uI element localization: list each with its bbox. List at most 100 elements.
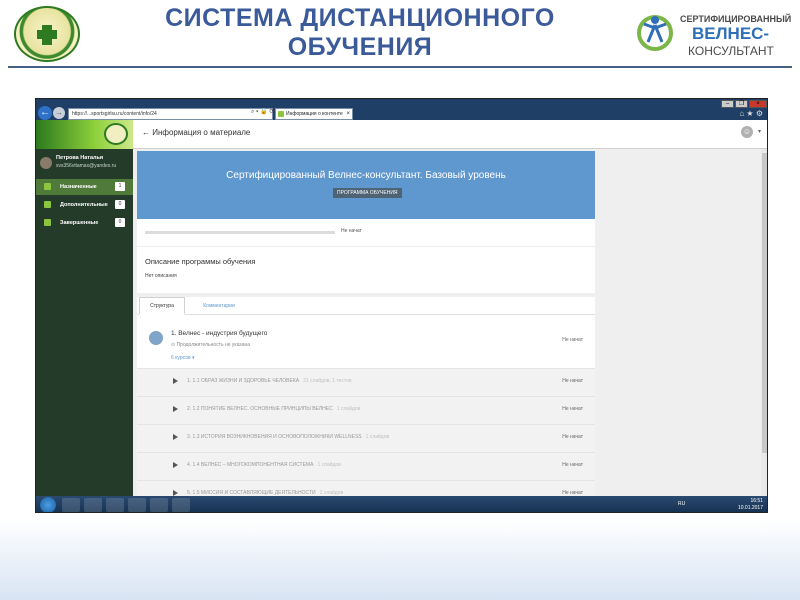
- user-profile[interactable]: Петрова Наталья svs356vitamax@yandex.ru: [40, 155, 130, 175]
- sidebar-item-count: 0: [115, 200, 125, 209]
- sidebar-item-assigned[interactable]: Назначенные 1: [36, 179, 133, 195]
- program-title: Сертифицированный Велнес-консультант. Ба…: [226, 170, 506, 181]
- tab-row: Структура Комментарии: [137, 297, 595, 315]
- clock-time: 16:51: [750, 498, 763, 504]
- play-icon[interactable]: [173, 462, 178, 468]
- wellness-consultant-logo: СЕРТИФИЦИРОВАННЫЙ ВЕЛНЕС- КОНСУЛЬТАНТ: [636, 10, 796, 60]
- tab-comments[interactable]: Комментарии: [191, 297, 247, 315]
- favicon-icon: [278, 111, 284, 117]
- user-menu-caret-icon[interactable]: ▾: [758, 128, 761, 135]
- play-icon[interactable]: [173, 434, 178, 440]
- additional-icon: [44, 201, 51, 208]
- course-meta: 1 слайдов: [317, 462, 341, 468]
- logo-line2: ВЕЛНЕС-: [692, 24, 770, 43]
- course-row[interactable]: 2. 1.2 ПОНЯТИЕ ВЕЛНЕС. ОСНОВНЫЕ ПРИНЦИПЫ…: [137, 396, 595, 424]
- course-row[interactable]: 3. 1.3 ИСТОРИЯ ВОЗНИКНОВЕНИЯ И ОСНОВОПОЛ…: [137, 424, 595, 452]
- avatar: [40, 157, 52, 169]
- taskbar-explorer-icon[interactable]: [84, 498, 102, 512]
- course-title-line: 4. 1.4 ВЕЛНЕС – МНОГОКОМПОНЕНТНАЯ СИСТЕМ…: [187, 462, 341, 468]
- sidebar-item-label: Завершенные: [60, 220, 99, 226]
- logo-line1: СЕРТИФИЦИРОВАННЫЙ: [680, 14, 792, 24]
- windows-taskbar: RU 16:51 10.01.2017: [36, 496, 767, 512]
- wellness-figure-icon: [637, 15, 673, 51]
- browser-titlebar: – ❐ × ← → https://...sportsgirlsu.ru/con…: [36, 99, 767, 120]
- forward-arrow-icon[interactable]: →: [53, 107, 65, 119]
- app-emblem-icon: [104, 123, 128, 145]
- browser-tab-label: Информация о контенте: [286, 111, 343, 117]
- sidebar-item-additional[interactable]: Дополнительные 0: [36, 197, 133, 213]
- course-row[interactable]: 4. 1.4 ВЕЛНЕС – МНОГОКОМПОНЕНТНАЯ СИСТЕМ…: [137, 452, 595, 480]
- clock-date: 10.01.2017: [737, 505, 763, 511]
- logo-line3: КОНСУЛЬТАНТ: [688, 44, 774, 58]
- taskbar-app-icon[interactable]: [150, 498, 168, 512]
- scrollbar-thumb[interactable]: [762, 153, 767, 453]
- user-name: Петрова Наталья: [56, 155, 104, 161]
- module-icon: [149, 331, 163, 345]
- course-meta: 1 слайдов: [336, 406, 361, 412]
- program-hero: Сертифицированный Велнес-консультант. Ба…: [137, 151, 595, 219]
- browser-screenshot: – ❐ × ← → https://...sportsgirlsu.ru/con…: [35, 98, 768, 513]
- main-content: Сертифицированный Велнес-консультант. Ба…: [133, 149, 767, 496]
- maximize-button[interactable]: ❐: [735, 100, 748, 108]
- play-icon[interactable]: [173, 378, 178, 384]
- module-status: Не начат: [562, 337, 583, 343]
- tab-structure[interactable]: Структура: [139, 297, 185, 315]
- user-email: svs356vitamax@yandex.ru: [56, 163, 117, 169]
- slide-title: СИСТЕМА ДИСТАНЦИОННОГО ОБУЧЕНИЯ: [120, 4, 600, 62]
- university-seal-logo: [14, 6, 80, 62]
- sidebar-item-label: Дополнительные: [60, 202, 108, 208]
- course-row[interactable]: 1. 1.1 ОБРАЗ ЖИЗНИ И ЗДОРОВЬЕ ЧЕЛОВЕКА 21…: [137, 368, 595, 396]
- progress-section: Не начат: [137, 219, 595, 247]
- course-status: Не начат: [562, 406, 583, 412]
- description-heading: Описание программы обучения: [145, 257, 256, 266]
- course-title-line: 3. 1.3 ИСТОРИЯ ВОЗНИКНОВЕНИЯ И ОСНОВОПОЛ…: [187, 434, 389, 440]
- course-title: 2. 1.2 ПОНЯТИЕ ВЕЛНЕС. ОСНОВНЫЕ ПРИНЦИПЫ…: [187, 406, 333, 412]
- slide-divider: [8, 66, 792, 68]
- app-banner-logo: [36, 120, 133, 149]
- browser-tab[interactable]: Информация о контенте ×: [275, 108, 353, 120]
- sidebar-item-count: 1: [115, 182, 125, 191]
- taskbar-chrome-icon[interactable]: [128, 498, 146, 512]
- seal-cross-horizontal: [37, 30, 57, 39]
- course-status: Не начат: [562, 434, 583, 440]
- browser-toolbar-icons[interactable]: ⌂ ★ ⚙: [739, 109, 763, 118]
- module-item[interactable]: 1. Велнес - индустрия будущего ⊙ Продолж…: [145, 325, 587, 363]
- scrollbar[interactable]: [761, 149, 767, 496]
- taskbar-ie-icon[interactable]: [62, 498, 80, 512]
- description-body: Нет описания: [145, 273, 177, 279]
- sidebar-item-completed[interactable]: Завершенные 0: [36, 215, 133, 231]
- window-controls: – ❐ ×: [721, 100, 767, 108]
- checkbox-icon: [44, 219, 51, 226]
- course-title-line: 1. 1.1 ОБРАЗ ЖИЗНИ И ЗДОРОВЬЕ ЧЕЛОВЕКА 21…: [187, 378, 352, 384]
- slide-title-line2: ОБУЧЕНИЯ: [287, 33, 433, 61]
- assigned-icon: [44, 183, 51, 190]
- course-title: 4. 1.4 ВЕЛНЕС – МНОГОКОМПОНЕНТНАЯ СИСТЕМ…: [187, 462, 314, 468]
- minimize-button[interactable]: –: [721, 100, 734, 108]
- back-arrow-icon[interactable]: ←: [38, 106, 52, 120]
- user-avatar-icon[interactable]: ☺: [741, 126, 753, 138]
- course-title-line: 2. 1.2 ПОНЯТИЕ ВЕЛНЕС. ОСНОВНЫЕ ПРИНЦИПЫ…: [187, 406, 360, 412]
- sidebar-item-label: Назначенные: [60, 184, 97, 190]
- play-icon[interactable]: [173, 406, 178, 412]
- address-bar[interactable]: https://...sportsgirlsu.ru/content/info/…: [68, 108, 273, 120]
- slide-bottom-gradient: [0, 520, 800, 600]
- taskbar-media-icon[interactable]: [106, 498, 124, 512]
- taskbar-office-icon[interactable]: [172, 498, 190, 512]
- page-header-back-link[interactable]: ← Информация о материале: [142, 128, 250, 137]
- module-title: 1. Велнес - индустрия будущего: [171, 330, 268, 337]
- start-button[interactable]: [40, 497, 56, 512]
- system-clock[interactable]: 16:51 10.01.2017: [738, 498, 763, 512]
- close-window-button[interactable]: ×: [749, 100, 767, 108]
- description-section: Описание программы обучения Нет описания: [137, 247, 595, 293]
- sidebar: Петрова Наталья svs356vitamax@yandex.ru …: [36, 149, 133, 496]
- course-title: 3. 1.3 ИСТОРИЯ ВОЗНИКНОВЕНИЯ И ОСНОВОПОЛ…: [187, 434, 362, 440]
- course-status: Не начат: [562, 378, 583, 384]
- sidebar-item-count: 0: [115, 218, 125, 227]
- courses-toggle-link[interactable]: 6 курсов ▾: [171, 355, 195, 361]
- program-type-badge: ПРОГРАММА ОБУЧЕНИЯ: [333, 188, 402, 198]
- tab-close-icon[interactable]: ×: [346, 109, 350, 119]
- module-duration: ⊙ Продолжительность не указана: [171, 342, 251, 348]
- progress-bar: [145, 231, 335, 234]
- course-row[interactable]: 5. 1.5 МИССИЯ И СОСТАВЛЯЮЩИЕ ДЕЯТЕЛЬНОСТ…: [137, 480, 595, 496]
- language-indicator[interactable]: RU: [678, 501, 685, 507]
